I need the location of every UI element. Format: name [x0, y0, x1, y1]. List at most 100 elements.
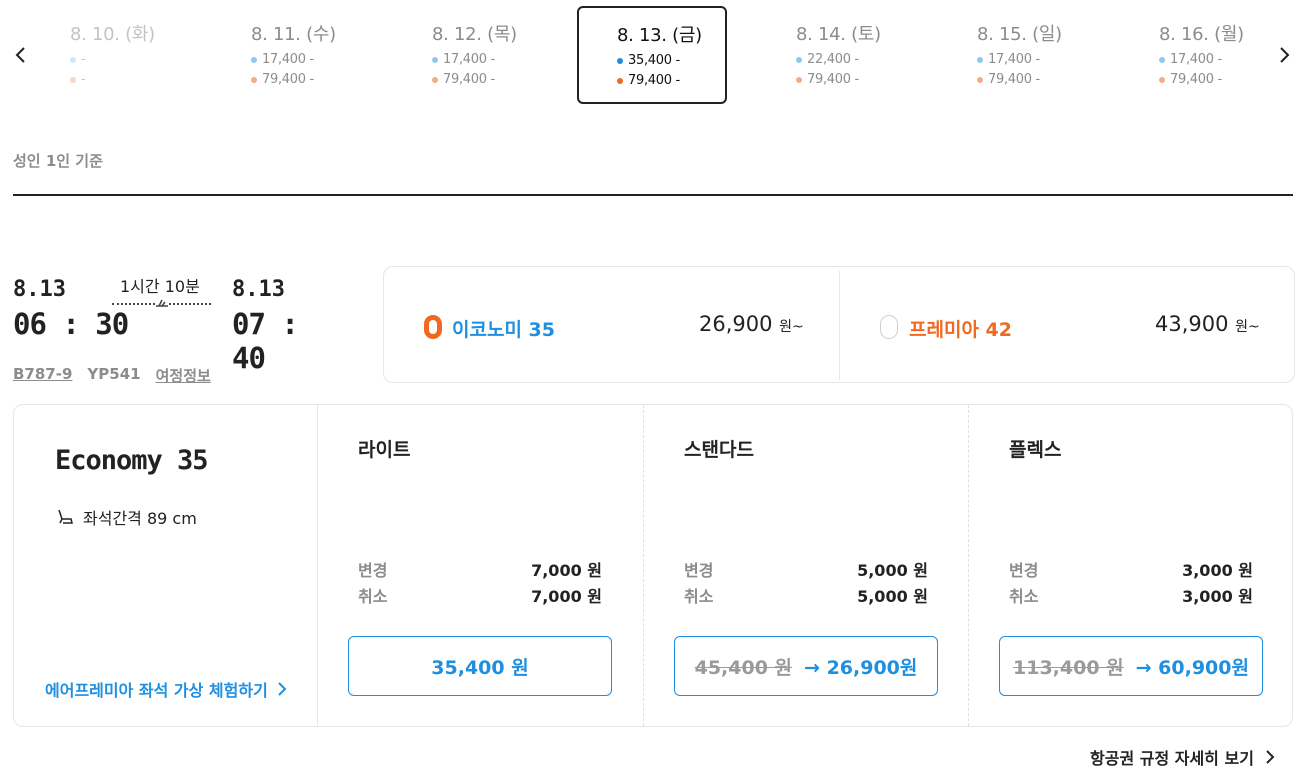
economy-radio[interactable]	[424, 315, 442, 339]
premium-dot-icon	[617, 77, 623, 84]
seat-vr-experience-link[interactable]: 에어프레미아 좌석 가상 체험하기	[45, 677, 288, 701]
date-cell-0814[interactable]: 8. 14. (토) 22,400 - 79,400 -	[796, 6, 946, 104]
change-fee-value: 7,000 원	[531, 561, 602, 580]
original-price: 113,400 원	[1013, 656, 1124, 679]
fare-rules-label: 항공권 규정 자세히 보기	[1090, 749, 1254, 768]
date-label: 8. 12. (목)	[432, 24, 517, 45]
premium-dot-icon	[432, 76, 438, 83]
date-cell-0811[interactable]: 8. 11. (수) 17,400 - 79,400 -	[251, 6, 401, 104]
economy-dot-icon	[70, 56, 76, 63]
economy-dot-icon	[617, 57, 623, 64]
economy-class-option[interactable]: 이코노미 35 26,900 원~	[384, 267, 839, 384]
departure-time: 06 : 30	[13, 307, 129, 341]
itinerary-link[interactable]: 여정정보	[156, 365, 211, 386]
premium-dot-icon	[796, 76, 802, 83]
premium-dot-icon	[70, 76, 76, 83]
premium-price: 79,400 -	[1170, 72, 1222, 87]
cancel-fee-value: 7,000 원	[531, 587, 602, 606]
cancel-fee-label: 취소	[684, 587, 714, 606]
fare-info: Economy 35 좌석간격 89 cm 에어프레미아 좌석 가상 체험하기	[14, 405, 318, 726]
premium-price: -	[81, 72, 86, 87]
select-flex-fare-button[interactable]: 113,400 원 → 60,900원	[999, 636, 1263, 696]
arrival-time: 07 : 40	[232, 307, 299, 375]
premium-class-name: 프레미아 42	[909, 319, 1012, 341]
economy-price: 17,400 -	[443, 52, 495, 67]
select-lite-fare-button[interactable]: 35,400 원	[348, 636, 612, 696]
premium-price: 79,400 -	[262, 72, 314, 87]
select-standard-fare-button[interactable]: 45,400 원 → 26,900원	[674, 636, 938, 696]
premium-price: 79,400 -	[628, 73, 680, 88]
flight-duration: 1시간 10분	[120, 277, 200, 296]
economy-dot-icon	[1159, 56, 1165, 63]
fare-name: 스탠다드	[684, 439, 754, 461]
fare-column-lite: 라이트 변경 7,000 원 취소 7,000 원 35,400 원	[318, 405, 643, 726]
chevron-right-icon	[1266, 750, 1275, 764]
date-label: 8. 14. (토)	[796, 24, 881, 45]
change-fee-value: 3,000 원	[1182, 561, 1253, 580]
fare-price: → 26,900원	[804, 656, 918, 679]
premium-price-unit: 원~	[1235, 319, 1260, 335]
economy-price: 17,400 -	[262, 52, 314, 67]
flight-summary: 8.13 06 : 30 1시간 10분 8.13 07 : 40 B787-9…	[13, 270, 343, 390]
departure-date: 8.13	[13, 277, 66, 302]
flight-meta: B787-9 YP541 여정정보	[13, 365, 211, 386]
economy-price: -	[81, 52, 86, 67]
cancel-fee-value: 3,000 원	[1182, 587, 1253, 606]
original-price: 45,400 원	[694, 656, 793, 679]
date-label: 8. 11. (수)	[251, 24, 336, 45]
fare-name: 라이트	[358, 439, 411, 461]
premium-class-option[interactable]: 프레미아 42 43,900 원~	[839, 271, 1294, 380]
change-fee-label: 변경	[1009, 561, 1039, 580]
date-cell-0815[interactable]: 8. 15. (일) 17,400 - 79,400 -	[977, 6, 1127, 104]
economy-price: 17,400 -	[988, 52, 1040, 67]
premium-price: 79,400 -	[807, 72, 859, 87]
economy-price: 17,400 -	[1170, 52, 1222, 67]
chevron-left-icon[interactable]	[9, 40, 33, 70]
economy-price: 22,400 -	[807, 52, 859, 67]
fare-class-title: Economy 35	[55, 445, 209, 476]
change-fee-value: 5,000 원	[857, 561, 928, 580]
cancel-fee-value: 5,000 원	[857, 587, 928, 606]
date-cell-0816[interactable]: 8. 16. (월) 17,400 - 79,400 -	[1159, 6, 1269, 104]
economy-dot-icon	[977, 56, 983, 63]
change-fee-label: 변경	[358, 561, 388, 580]
seat-icon	[58, 509, 73, 524]
economy-class-name: 이코노미 35	[452, 319, 555, 341]
economy-dot-icon	[432, 56, 438, 63]
arrival-date: 8.13	[232, 277, 285, 302]
chevron-right-icon[interactable]	[1272, 40, 1296, 70]
cancel-fee-label: 취소	[358, 587, 388, 606]
date-label: 8. 15. (일)	[977, 24, 1062, 45]
premium-price: 79,400 -	[988, 72, 1040, 87]
premium-dot-icon	[977, 76, 983, 83]
economy-dot-icon	[796, 56, 802, 63]
seat-pitch-info: 좌석간격 89 cm	[55, 505, 197, 529]
premium-dot-icon	[251, 76, 257, 83]
economy-class-price: 26,900 원~	[699, 312, 804, 336]
aircraft-link[interactable]: B787-9	[13, 365, 72, 386]
economy-dot-icon	[251, 56, 257, 63]
economy-price-unit: 원~	[779, 319, 804, 335]
fare-options-panel: Economy 35 좌석간격 89 cm 에어프레미아 좌석 가상 체험하기 …	[13, 404, 1293, 727]
fare-name: 플렉스	[1009, 439, 1062, 461]
flight-number: YP541	[87, 365, 141, 383]
economy-price: 35,400 -	[628, 53, 680, 68]
fare-rules-link[interactable]: 항공권 규정 자세히 보기	[1090, 745, 1276, 769]
date-label: 8. 10. (화)	[70, 24, 155, 45]
fare-column-standard: 스탠다드 변경 5,000 원 취소 5,000 원 45,400 원 → 26,90…	[643, 405, 968, 726]
fare-column-flex: 플렉스 변경 3,000 원 취소 3,000 원 113,400 원 → 60,90…	[968, 405, 1293, 726]
date-cell-0812[interactable]: 8. 12. (목) 17,400 - 79,400 -	[432, 6, 582, 104]
premium-price-value: 43,900	[1155, 312, 1229, 336]
date-cell-0813-selected[interactable]: 8. 13. (금) 35,400 - 79,400 -	[577, 6, 727, 104]
plane-icon	[155, 297, 169, 309]
date-cell-0810[interactable]: 8. 10. (화) - -	[70, 6, 220, 104]
premium-radio[interactable]	[880, 315, 898, 339]
economy-price-value: 26,900	[699, 312, 773, 336]
section-divider	[13, 194, 1293, 196]
premium-price: 79,400 -	[443, 72, 495, 87]
seat-vr-label: 에어프레미아 좌석 가상 체험하기	[45, 681, 268, 700]
date-strip: 8. 10. (화) - - 8. 11. (수) 17,400 - 79,40…	[0, 0, 1297, 110]
cancel-fee-label: 취소	[1009, 587, 1039, 606]
premium-class-price: 43,900 원~	[1155, 312, 1260, 336]
chevron-right-icon	[278, 682, 287, 696]
